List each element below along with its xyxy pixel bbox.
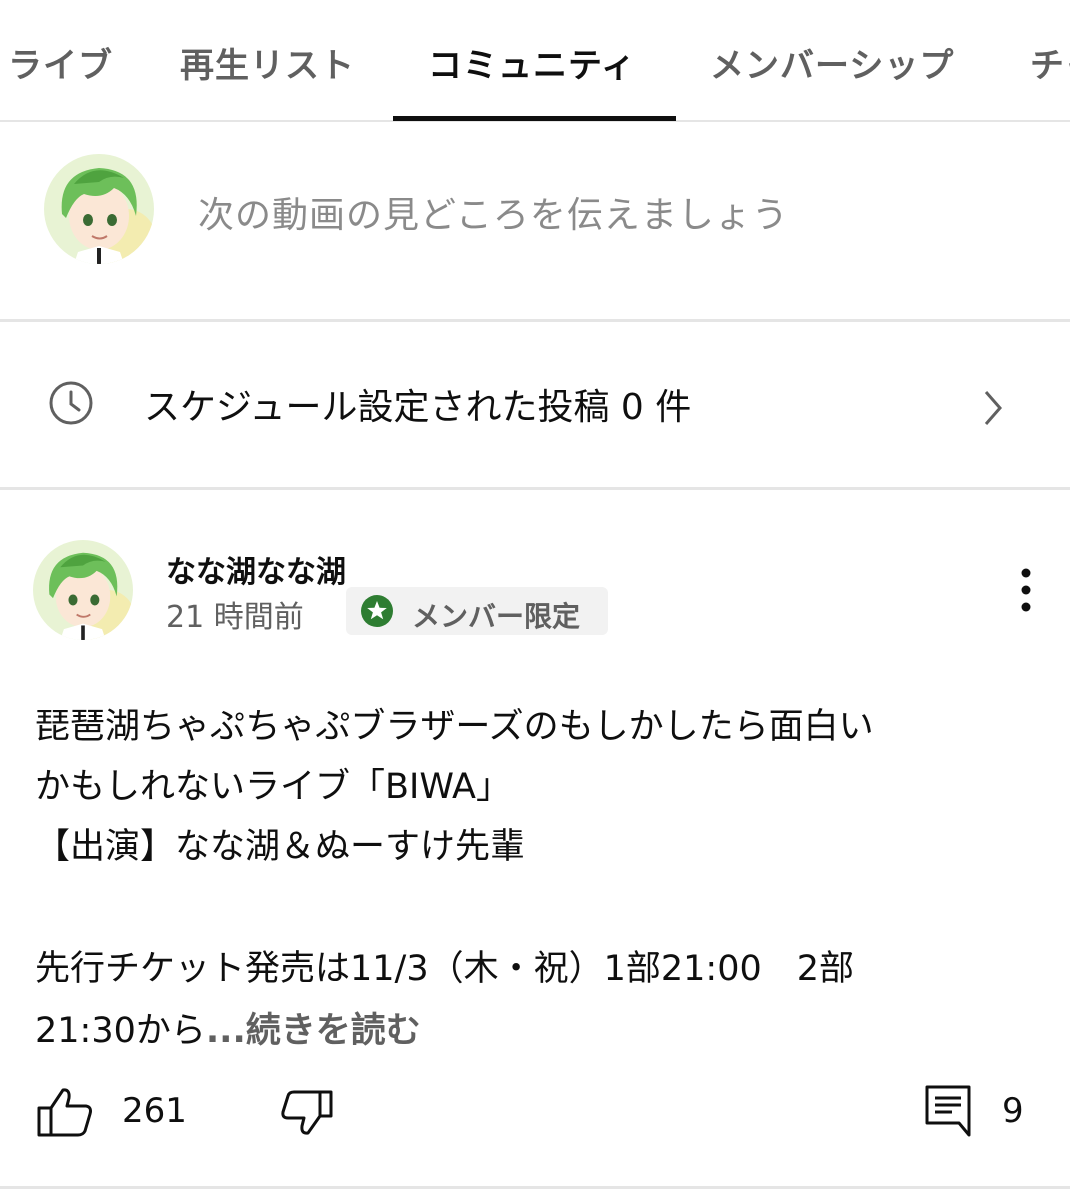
post-timestamp: 21 時間前 (166, 600, 304, 635)
user-avatar-icon (44, 154, 154, 264)
tab-membership[interactable]: メンバーシップ (710, 38, 954, 87)
comment-count: 9 (1002, 1091, 1024, 1131)
comment-icon[interactable] (924, 1084, 972, 1138)
chevron-right-icon (984, 391, 1002, 425)
active-tab-indicator (393, 116, 676, 121)
tab-channels[interactable]: チャ (1030, 38, 1070, 87)
post-composer[interactable]: 次の動画の見どころを伝えましょう (0, 122, 1070, 322)
post-text-last-line: 21:30から...続きを読む (35, 1002, 421, 1053)
post-text-line: 琵琶湖ちゃぷちゃぷブラザーズのもしかしたら面白い (35, 707, 874, 747)
more-options-icon[interactable] (1012, 566, 1040, 614)
channel-tabs: ライブ 再生リスト コミュニティ メンバーシップ チャ (0, 0, 1070, 122)
divider (0, 1186, 1070, 1189)
dislike-icon[interactable] (280, 1088, 334, 1136)
scheduled-posts-row[interactable]: スケジュール設定された投稿 0 件 (0, 322, 1070, 490)
like-count: 261 (122, 1091, 187, 1131)
author-avatar-icon[interactable] (33, 540, 133, 640)
post-text-line: 21:30から (35, 1011, 206, 1051)
tab-playlists[interactable]: 再生リスト (180, 38, 355, 87)
scheduled-posts-label: スケジュール設定された投稿 0 件 (144, 387, 692, 428)
post-author-name[interactable]: なな湖なな湖 (166, 547, 346, 591)
post-text-line: 【出演】なな湖＆ぬーすけ先輩 (35, 827, 526, 867)
like-icon[interactable] (36, 1086, 94, 1138)
members-only-label: メンバー限定 (412, 600, 581, 633)
clock-icon (49, 381, 93, 425)
post-text-line: かもしれないライブ「BIWA」 (35, 767, 511, 807)
tab-live[interactable]: ライブ (8, 38, 113, 87)
read-more-link[interactable]: ...続きを読む (206, 1011, 421, 1051)
post-text-line: 先行チケット発売は11/3（木・祝）1部21:00 2部 (35, 949, 854, 989)
members-only-badge: メンバー限定 (346, 587, 608, 635)
tab-community[interactable]: コミュニティ (428, 38, 636, 87)
post-composer-input[interactable]: 次の動画の見どころを伝えましょう (198, 186, 789, 238)
star-badge-icon (361, 595, 393, 627)
